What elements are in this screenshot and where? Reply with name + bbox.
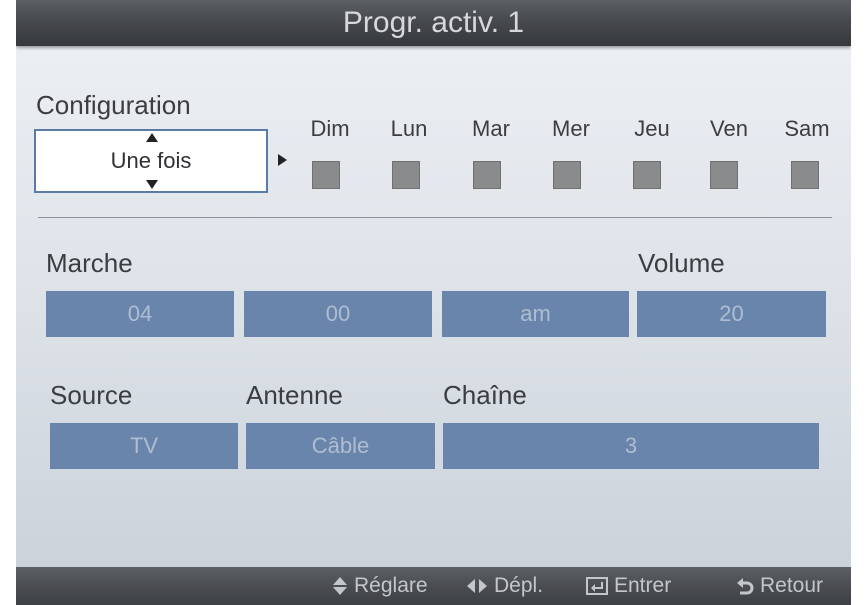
volume-field[interactable]: 20 — [637, 291, 826, 337]
day-checkbox-sam[interactable] — [791, 161, 819, 189]
day-label-ven: Ven — [710, 116, 748, 141]
left-right-icon — [467, 579, 487, 594]
configuration-select[interactable]: Une fois — [34, 129, 268, 193]
day-checkbox-lun[interactable] — [392, 161, 420, 189]
hint-back-label: Retour — [760, 574, 824, 597]
arrow-right-icon — [278, 154, 287, 166]
day-checkbox-jeu[interactable] — [633, 161, 661, 189]
marche-minute-field[interactable]: 00 — [244, 291, 432, 337]
day-label-mar: Mar — [472, 116, 510, 141]
day-label-lun: Lun — [390, 116, 428, 141]
hint-enter-label: Entrer — [614, 574, 672, 597]
return-icon — [737, 578, 754, 595]
day-label-sam: Sam — [784, 116, 830, 141]
hint-adjust-label: Réglare — [354, 574, 428, 597]
day-checkbox-mer[interactable] — [553, 161, 581, 189]
marche-ampm-field[interactable]: am — [442, 291, 629, 337]
arrow-down-icon — [146, 180, 158, 189]
hint-enter: Entrer — [586, 567, 671, 605]
marche-hour-field[interactable]: 04 — [46, 291, 234, 337]
configuration-value: Une fois — [110, 148, 192, 173]
day-checkbox-dim[interactable] — [312, 161, 340, 189]
chaine-field[interactable]: 3 — [443, 423, 819, 469]
screen: Progr. activ. 1 Configuration Une fois D… — [16, 0, 851, 605]
source-label: Source — [50, 380, 133, 410]
antenne-label: Antenne — [246, 380, 343, 410]
marche-label: Marche — [46, 248, 133, 278]
up-down-icon — [333, 577, 347, 596]
configuration-label: Configuration — [36, 90, 191, 120]
arrow-up-icon — [146, 133, 158, 142]
day-label-mer: Mer — [552, 116, 590, 141]
source-field[interactable]: TV — [50, 423, 238, 469]
day-label-dim: Dim — [310, 116, 350, 141]
hint-move: Dépl. — [466, 567, 543, 605]
day-checkbox-mar[interactable] — [473, 161, 501, 189]
day-checkbox-ven[interactable] — [710, 161, 738, 189]
divider — [38, 217, 832, 218]
enter-icon — [586, 577, 608, 596]
chaine-label: Chaîne — [443, 380, 527, 410]
hint-adjust: Réglare — [332, 567, 428, 605]
antenne-field[interactable]: Câble — [246, 423, 435, 469]
bottom-bar: Réglare Dépl. Entrer Retour — [16, 567, 851, 605]
hint-move-label: Dépl. — [494, 574, 544, 597]
day-label-jeu: Jeu — [634, 116, 670, 141]
hint-back: Retour — [736, 567, 823, 605]
volume-label: Volume — [638, 248, 725, 278]
page-title: Progr. activ. 1 — [342, 6, 525, 39]
title-bar: Progr. activ. 1 — [16, 0, 851, 46]
